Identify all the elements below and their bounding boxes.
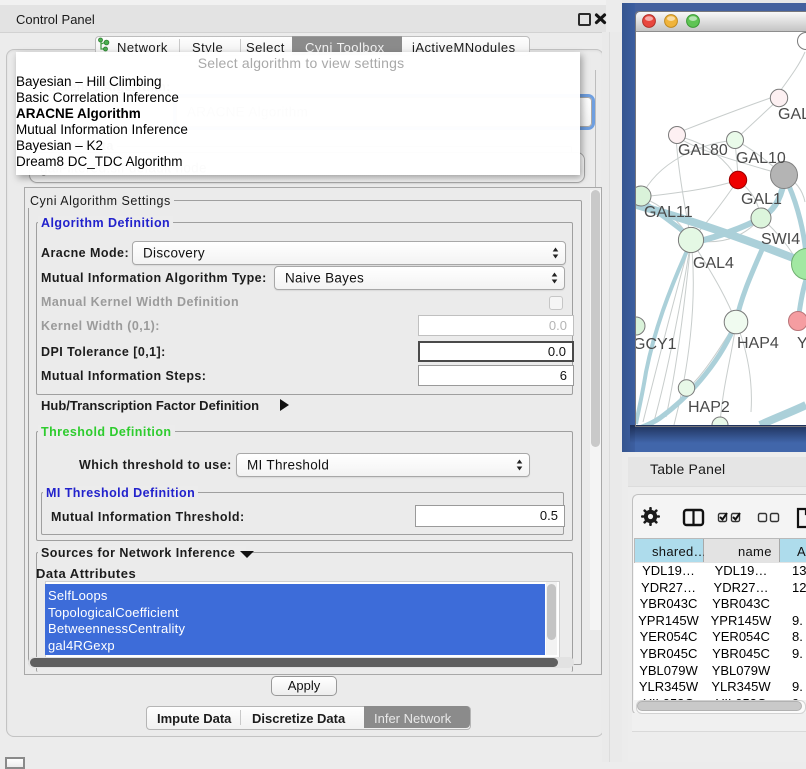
svg-text:GAL4: GAL4 xyxy=(693,255,734,272)
svg-text:GCY1: GCY1 xyxy=(636,336,677,353)
svg-text:GAL80: GAL80 xyxy=(678,142,728,159)
svg-text:HAP4: HAP4 xyxy=(737,335,779,352)
svg-text:Y: Y xyxy=(797,335,806,352)
svg-text:GAL11: GAL11 xyxy=(644,204,693,221)
svg-text:GAL: GAL xyxy=(778,106,806,123)
svg-text:GAL10: GAL10 xyxy=(736,150,786,167)
svg-text:HAP2: HAP2 xyxy=(688,399,730,416)
svg-text:SWI4: SWI4 xyxy=(761,231,800,248)
svg-text:GAL1: GAL1 xyxy=(741,191,782,208)
